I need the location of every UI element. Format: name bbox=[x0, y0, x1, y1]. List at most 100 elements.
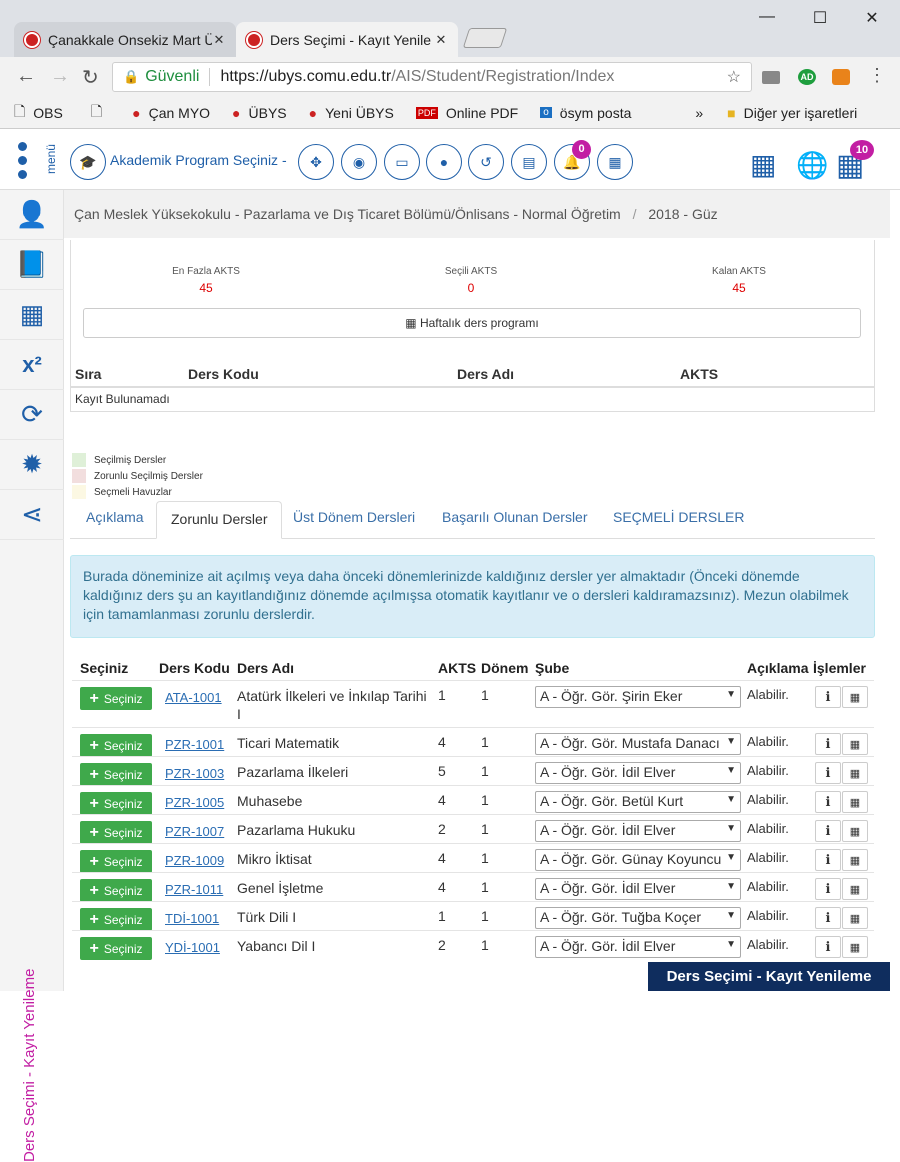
section-select[interactable]: A - Öğr. Gör. İdil Elver ▼ bbox=[535, 762, 741, 784]
reload-icon[interactable]: ↻ bbox=[82, 65, 99, 90]
weekly-schedule-button[interactable]: ▦ Haftalık ders programı bbox=[83, 308, 861, 338]
calendar-icon[interactable]: ▦ bbox=[597, 144, 633, 180]
bookmarks-more-button[interactable]: » bbox=[695, 105, 703, 121]
section-select[interactable]: A - Öğr. Gör. İdil Elver ▼ bbox=[535, 878, 741, 900]
section-select[interactable]: A - Öğr. Gör. İdil Elver ▼ bbox=[535, 936, 741, 958]
course-code-link[interactable]: TDİ-1001 bbox=[165, 911, 219, 926]
select-course-button[interactable]: + Seçiniz bbox=[80, 763, 152, 786]
select-course-button[interactable]: + Seçiniz bbox=[80, 792, 152, 815]
bookmark-yeni-ubys[interactable]: ● Yeni ÜBYS bbox=[309, 105, 394, 121]
bookmark-obs[interactable]: 🗋 OBS bbox=[14, 101, 63, 125]
info-icon[interactable]: ℹ bbox=[815, 849, 841, 871]
info-icon[interactable]: ℹ bbox=[815, 791, 841, 813]
other-bookmarks[interactable]: ■ Diğer yer işaretleri bbox=[727, 105, 857, 121]
legend-item: Seçmeli Havuzlar bbox=[72, 484, 203, 500]
select-course-button[interactable]: + Seçiniz bbox=[80, 879, 152, 902]
forward-icon[interactable]: → bbox=[50, 65, 70, 88]
share-icon[interactable]: ⋖ bbox=[0, 490, 64, 540]
course-code-link[interactable]: PZR-1011 bbox=[165, 882, 223, 897]
graduation-cap-icon[interactable]: 🎓 bbox=[70, 144, 106, 180]
bookmark-online-pdf[interactable]: PDF Online PDF bbox=[415, 105, 518, 121]
tab-basarili-olunan-dersler[interactable]: Başarılı Olunan Dersler bbox=[442, 509, 588, 525]
browser-tab-1[interactable]: Çanakkale Onsekiz Mart Ü ✕ bbox=[14, 22, 236, 57]
extension-icon[interactable] bbox=[832, 69, 850, 85]
minimize-icon[interactable]: — bbox=[755, 8, 779, 28]
url-input[interactable]: 🔒 Güvenli https://ubys.comu.edu.tr /AIS/… bbox=[112, 62, 752, 92]
calendar-grid-icon[interactable]: ▦ bbox=[750, 148, 776, 181]
breadcrumb-term[interactable]: 2018 - Güz bbox=[648, 206, 717, 222]
info-icon[interactable]: ℹ bbox=[815, 733, 841, 755]
calendar-icon[interactable]: ▦ bbox=[842, 686, 868, 708]
eye-icon[interactable]: ◉ bbox=[341, 144, 377, 180]
course-code-link[interactable]: PZR-1007 bbox=[165, 824, 224, 839]
info-icon[interactable]: ℹ bbox=[815, 820, 841, 842]
bookmark-ubys[interactable]: ● ÜBYS bbox=[232, 105, 287, 121]
back-icon[interactable]: ← bbox=[16, 65, 36, 88]
bookmark-blank[interactable]: 🗋 bbox=[91, 101, 110, 125]
browser-tab-2[interactable]: Ders Seçimi - Kayıt Yenile ✕ bbox=[236, 22, 458, 57]
user-icon[interactable]: ● bbox=[426, 144, 462, 180]
close-window-icon[interactable]: ✕ bbox=[860, 8, 884, 28]
select-course-button[interactable]: + Seçiniz bbox=[80, 937, 152, 960]
refresh-icon[interactable]: ⟳ bbox=[0, 390, 64, 440]
calendar-icon[interactable]: ▦ bbox=[842, 791, 868, 813]
bookmark-star-icon[interactable]: ☆ bbox=[727, 67, 741, 87]
course-code-link[interactable]: PZR-1005 bbox=[165, 795, 224, 810]
document-icon[interactable]: ▤ bbox=[511, 144, 547, 180]
tab-zorunlu-dersler[interactable]: Zorunlu Dersler bbox=[156, 501, 283, 539]
book-icon[interactable]: 📘 bbox=[0, 240, 64, 290]
camera-icon[interactable] bbox=[762, 71, 780, 84]
profile-icon[interactable]: 👤 bbox=[0, 190, 64, 240]
calendar-icon[interactable]: ▦ bbox=[842, 907, 868, 929]
section-select[interactable]: A - Öğr. Gör. Mustafa Danacı ▼ bbox=[535, 733, 741, 755]
new-tab-button[interactable] bbox=[462, 28, 508, 48]
section-select[interactable]: A - Öğr. Gör. Günay Koyuncu ▼ bbox=[535, 849, 741, 871]
calendar-icon[interactable]: ▦ bbox=[842, 733, 868, 755]
menu-button[interactable]: menü bbox=[14, 138, 58, 182]
course-donem: 1 bbox=[481, 850, 489, 866]
select-course-button[interactable]: + Seçiniz bbox=[80, 734, 152, 757]
calendar-icon[interactable]: ▦ bbox=[842, 878, 868, 900]
info-icon[interactable]: ℹ bbox=[815, 878, 841, 900]
globe-icon[interactable]: 🌐 bbox=[796, 150, 828, 181]
section-select[interactable]: A - Öğr. Gör. Tuğba Koçer ▼ bbox=[535, 907, 741, 929]
bookmark-osym-posta[interactable]: o ösym posta bbox=[540, 105, 631, 121]
calendar-icon[interactable]: ▦ bbox=[842, 849, 868, 871]
calendar-icon[interactable]: ▦ bbox=[842, 936, 868, 958]
info-icon[interactable]: ℹ bbox=[815, 936, 841, 958]
section-select[interactable]: A - Öğr. Gör. Şirin Eker ▼ bbox=[535, 686, 741, 708]
section-select[interactable]: A - Öğr. Gör. Betül Kurt ▼ bbox=[535, 791, 741, 813]
select-course-button[interactable]: + Seçiniz bbox=[80, 850, 152, 873]
tab-aciklama[interactable]: Açıklama bbox=[86, 509, 144, 525]
close-tab-icon[interactable]: ✕ bbox=[212, 32, 226, 48]
select-course-button[interactable]: + Seçiniz bbox=[80, 687, 152, 710]
course-code-link[interactable]: ATA-1001 bbox=[165, 690, 222, 705]
compass-icon[interactable]: ✥ bbox=[298, 144, 334, 180]
calendar-icon[interactable]: ▦ bbox=[842, 762, 868, 784]
bookmark-can-myo[interactable]: ● Çan MYO bbox=[132, 105, 210, 121]
select-course-button[interactable]: + Seçiniz bbox=[80, 908, 152, 931]
credit-card-icon[interactable]: ▭ bbox=[384, 144, 420, 180]
tab-ust-donem-dersleri[interactable]: Üst Dönem Dersleri bbox=[293, 509, 415, 525]
close-tab-icon[interactable]: ✕ bbox=[434, 32, 448, 48]
settings-icon[interactable]: ✹ bbox=[0, 440, 64, 490]
program-select-dropdown[interactable]: Akademik Program Seçiniz - bbox=[110, 152, 287, 168]
course-code-link[interactable]: YDİ-1001 bbox=[165, 940, 220, 955]
history-icon[interactable]: ↺ bbox=[468, 144, 504, 180]
course-code-link[interactable]: PZR-1001 bbox=[165, 737, 224, 752]
course-code-link[interactable]: PZR-1003 bbox=[165, 766, 224, 781]
calendar-icon[interactable]: ▦ bbox=[0, 290, 64, 340]
section-select[interactable]: A - Öğr. Gör. İdil Elver ▼ bbox=[535, 820, 741, 842]
breadcrumb-department[interactable]: Çan Meslek Yüksekokulu - Pazarlama ve Dı… bbox=[74, 206, 621, 222]
info-icon[interactable]: ℹ bbox=[815, 762, 841, 784]
tab-secmeli-dersler[interactable]: SEÇMELİ DERSLER bbox=[613, 509, 744, 525]
chrome-menu-icon[interactable]: ⋮ bbox=[868, 65, 886, 86]
info-icon[interactable]: ℹ bbox=[815, 907, 841, 929]
grades-icon[interactable]: x² bbox=[0, 340, 64, 390]
course-code-link[interactable]: PZR-1009 bbox=[165, 853, 224, 868]
info-icon[interactable]: ℹ bbox=[815, 686, 841, 708]
adblock-extension-icon[interactable]: AD bbox=[798, 69, 816, 85]
select-course-button[interactable]: + Seçiniz bbox=[80, 821, 152, 844]
calendar-icon[interactable]: ▦ bbox=[842, 820, 868, 842]
maximize-icon[interactable]: ☐ bbox=[808, 8, 832, 28]
